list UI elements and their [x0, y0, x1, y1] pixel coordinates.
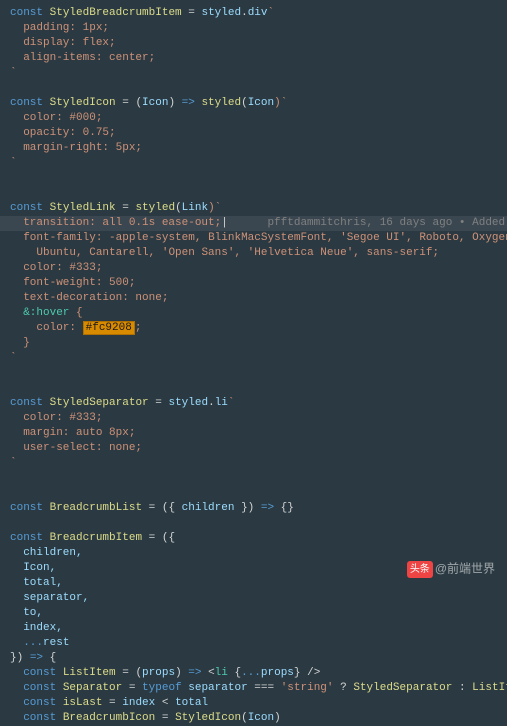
text-cursor: | — [221, 217, 228, 229]
code-line: color: #000; — [0, 111, 507, 126]
code-line — [0, 381, 507, 396]
git-blame-author: pfftdammitchris — [267, 217, 366, 229]
code-line — [0, 516, 507, 531]
code-line: }) => { — [0, 651, 507, 666]
keyword: const — [10, 7, 43, 19]
code-line-blame: transition: all 0.1s ease-out;| pfftdamm… — [0, 216, 507, 231]
identifier: StyledBreadcrumbItem — [50, 7, 182, 19]
code-line: align-items: center; — [0, 51, 507, 66]
code-editor: const StyledBreadcrumbItem = styled.div`… — [0, 6, 507, 726]
code-line — [0, 471, 507, 486]
code-line: Ubuntu, Cantarell, 'Open Sans', 'Helveti… — [0, 246, 507, 261]
watermark-handle: @前端世界 — [435, 562, 495, 576]
code-line: const ListItem = (props) => <li {...prop… — [0, 666, 507, 681]
code-line — [0, 81, 507, 96]
code-line: color: #333; — [0, 411, 507, 426]
code-line: ` — [0, 456, 507, 471]
code-line: const BreadcrumbList = ({ children }) =>… — [0, 501, 507, 516]
code-line: const StyledIcon = (Icon) => styled(Icon… — [0, 96, 507, 111]
code-line: const isLast = index < total — [0, 696, 507, 711]
git-blame-message: Added post #10 — [472, 217, 507, 229]
watermark-logo-icon: 头条 — [407, 561, 433, 578]
code-line: ` — [0, 66, 507, 81]
code-line — [0, 186, 507, 201]
code-line: separator, — [0, 591, 507, 606]
code-line: const StyledBreadcrumbItem = styled.div` — [0, 6, 507, 21]
code-line: font-family: -apple-system, BlinkMacSyst… — [0, 231, 507, 246]
code-line: } — [0, 336, 507, 351]
code-line: margin-right: 5px; — [0, 141, 507, 156]
code-line: margin: auto 8px; — [0, 426, 507, 441]
code-line: children, — [0, 546, 507, 561]
code-line: color: #fc9208; — [0, 321, 507, 336]
code-line: to, — [0, 606, 507, 621]
code-line: const BreadcrumbIcon = StyledIcon(Icon) — [0, 711, 507, 726]
code-line: padding: 1px; — [0, 21, 507, 36]
code-line: const StyledSeparator = styled.li` — [0, 396, 507, 411]
watermark: 头条@前端世界 — [407, 561, 495, 578]
code-line: index, — [0, 621, 507, 636]
code-line: &:hover { — [0, 306, 507, 321]
code-line: display: flex; — [0, 36, 507, 51]
code-line: color: #333; — [0, 261, 507, 276]
code-line: const StyledLink = styled(Link)` — [0, 201, 507, 216]
code-line: const BreadcrumbItem = ({ — [0, 531, 507, 546]
git-blame-age: 16 days ago — [380, 217, 453, 229]
code-line: ` — [0, 156, 507, 171]
code-line: text-decoration: none; — [0, 291, 507, 306]
code-line — [0, 171, 507, 186]
code-line: ...rest — [0, 636, 507, 651]
code-line: font-weight: 500; — [0, 276, 507, 291]
code-line: user-select: none; — [0, 441, 507, 456]
code-line — [0, 486, 507, 501]
code-line: total, — [0, 576, 507, 591]
code-line: ` — [0, 351, 507, 366]
code-line: opacity: 0.75; — [0, 126, 507, 141]
code-line: const Separator = typeof separator === '… — [0, 681, 507, 696]
color-highlight: #fc9208 — [83, 321, 135, 335]
code-line — [0, 366, 507, 381]
